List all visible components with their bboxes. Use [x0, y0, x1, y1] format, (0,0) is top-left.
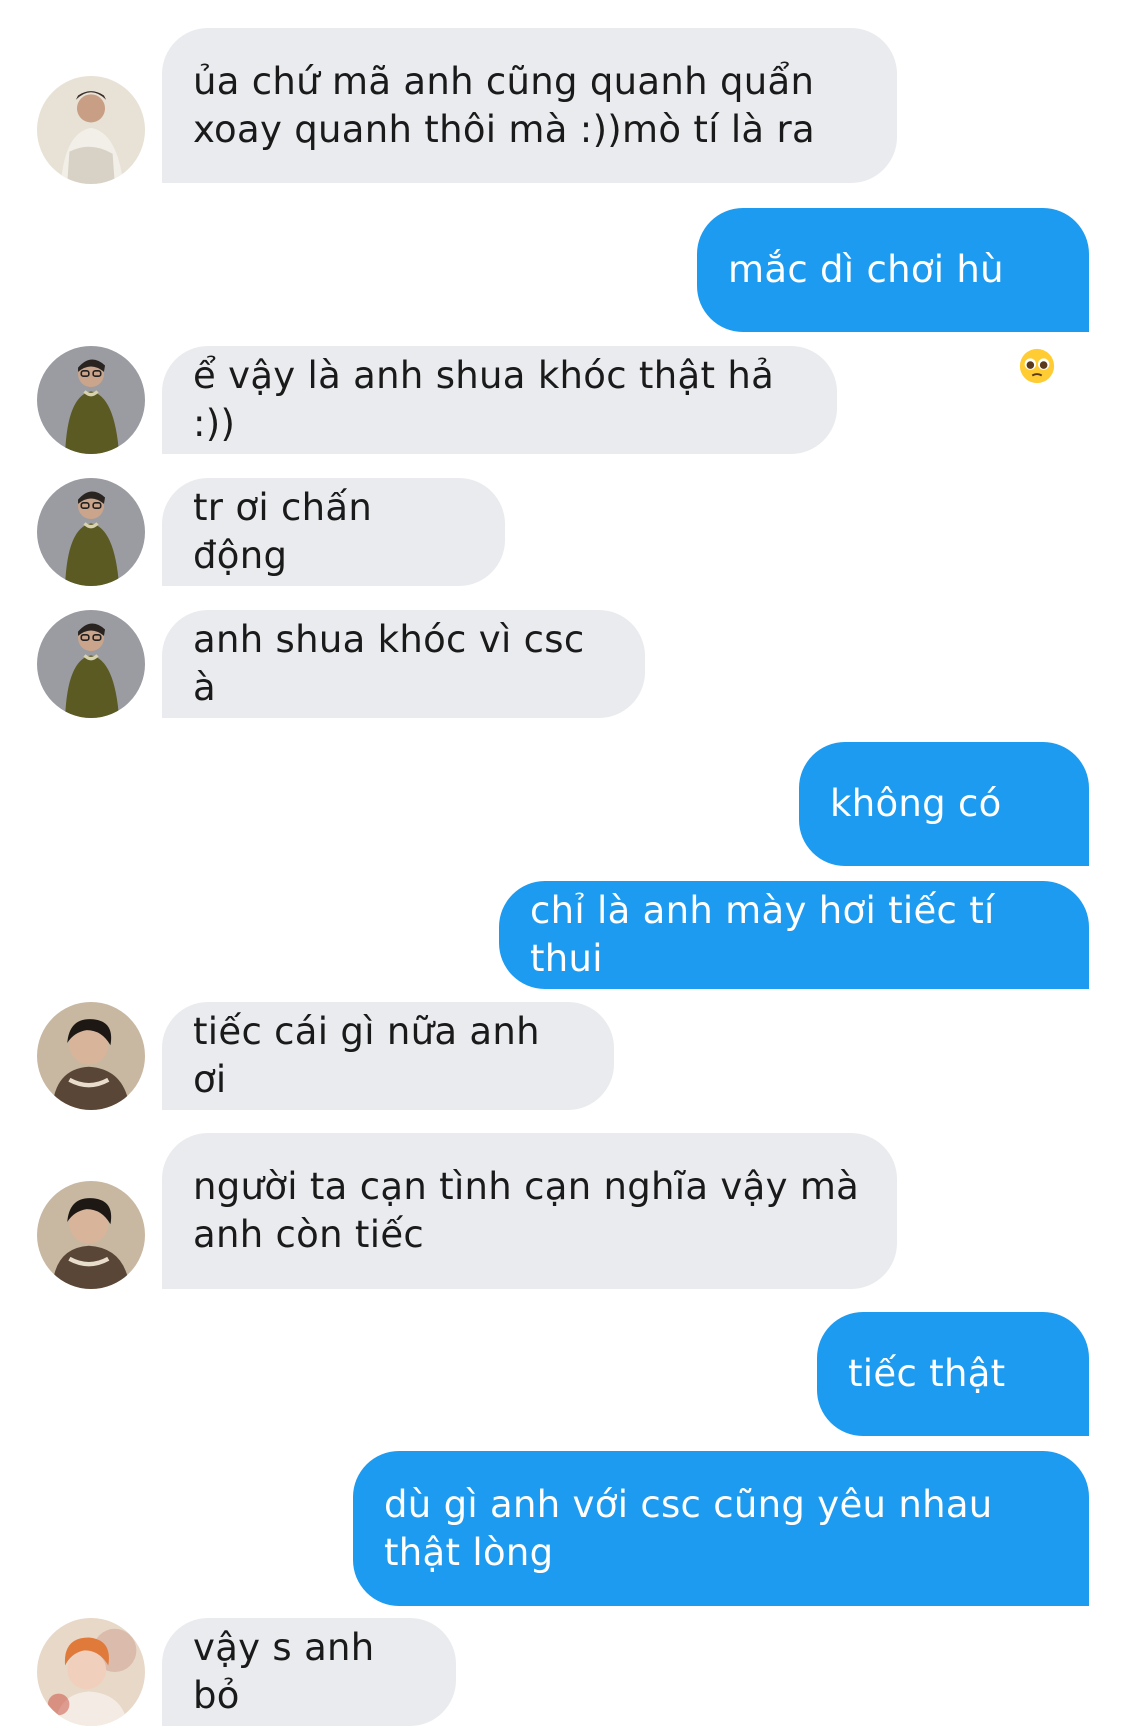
message-text: người ta cạn tình cạn nghĩa vậy mà anh c… — [193, 1165, 860, 1256]
chat-bubble-outgoing[interactable]: dù gì anh với csc cũng yêu nhau thật lòn… — [353, 1451, 1089, 1606]
message-text: mắc dì chơi hù — [728, 248, 1004, 291]
shirtless-person-avatar[interactable] — [37, 76, 145, 184]
chat-bubble-outgoing[interactable]: tiếc thật — [817, 1312, 1089, 1488]
chat-bubble-outgoing[interactable]: chỉ là anh mày hơi tiếc tí thui — [499, 881, 1089, 989]
chat-bubble-incoming[interactable]: tiếc cái gì nữa anh ơi — [162, 1002, 614, 1110]
crying-face-emoji — [1020, 1355, 1058, 1488]
chat-bubble-incoming[interactable]: vậy s anh bỏ — [162, 1618, 456, 1726]
chat-bubble-outgoing[interactable]: không có — [799, 742, 1089, 918]
message-text: ủa chứ mã anh cũng quanh quẩn xoay quanh… — [193, 59, 815, 151]
glasses-green-shirt-avatar[interactable] — [37, 478, 145, 586]
chat-bubble-incoming[interactable]: ủa chứ mã anh cũng quanh quẩn xoay quanh… — [162, 28, 897, 183]
message-text: chỉ là anh mày hơi tiếc tí thui — [530, 889, 1007, 980]
message-text: anh shua khóc vì csc à — [193, 618, 597, 709]
message-text: vậy s anh bỏ — [193, 1626, 387, 1717]
chat-bubble-incoming[interactable]: ể vậy là anh shua khóc thật hả :)) — [162, 346, 837, 454]
pleading-face-emoji — [1018, 251, 1056, 384]
hoodie-person-avatar[interactable] — [37, 1002, 145, 1110]
hoodie-person-avatar[interactable] — [37, 1181, 145, 1289]
message-text: không có — [830, 782, 1002, 825]
message-text: tiếc cái gì nữa anh ơi — [193, 1010, 552, 1101]
orange-hair-person-avatar[interactable] — [37, 1618, 145, 1726]
glasses-green-shirt-avatar[interactable] — [37, 610, 145, 718]
chat-bubble-incoming[interactable]: tr ơi chấn động — [162, 478, 505, 586]
chat-bubble-incoming[interactable]: anh shua khóc vì csc à — [162, 610, 645, 718]
message-text: tiếc thật — [848, 1352, 1006, 1395]
loudly-crying-face-emoji — [1016, 785, 1054, 918]
chat-bubble-incoming[interactable]: người ta cạn tình cạn nghĩa vậy mà anh c… — [162, 1133, 897, 1289]
message-text: tr ơi chấn động — [193, 486, 385, 577]
chat-bubble-outgoing[interactable]: mắc dì chơi hù — [697, 208, 1089, 384]
message-text: ể vậy là anh shua khóc thật hả :)) — [193, 354, 787, 445]
glasses-green-shirt-avatar[interactable] — [37, 346, 145, 454]
message-text: dù gì anh với csc cũng yêu nhau thật lòn… — [384, 1482, 993, 1574]
